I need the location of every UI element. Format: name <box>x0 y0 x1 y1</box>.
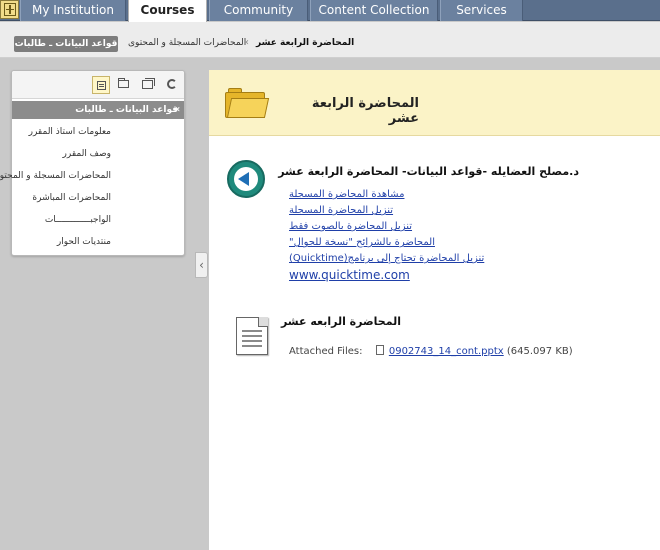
attachment-item-title: المحاضرة الرابعه عشر <box>280 315 401 328</box>
menu-header-title: قواعد البيانات ـ طالبات <box>75 105 178 115</box>
attached-files: Attached Files: 0902743_14_cont.pptx (64… <box>289 345 573 357</box>
link-download-audio[interactable]: تنزيل المحاضرة بالصوت فقط <box>289 219 509 235</box>
tab-services[interactable]: Services <box>440 0 523 21</box>
breadcrumb-item-current: المحاضرة الرابعة عشر <box>256 38 355 48</box>
menu-item-instructor-info[interactable]: معلومات استاذ المقرر <box>12 121 184 143</box>
chevron-left-icon: ‹ <box>199 258 204 272</box>
new-window-button[interactable] <box>139 76 157 94</box>
attached-files-label: Attached Files: <box>289 346 363 357</box>
course-menu-button[interactable]: قواعد البيانات ـ طالبات <box>14 36 118 52</box>
menu-item-course-description[interactable]: وصف المقرر <box>12 143 184 165</box>
link-quicktime-site[interactable]: www.quicktime.com <box>289 267 509 283</box>
link-watch-recorded[interactable]: مشاهدة المحاضرة المسجلة <box>289 187 509 203</box>
collapse-menu-icon[interactable]: « <box>170 101 184 119</box>
content-header: المحاضرة الرابعة عشر <box>209 70 660 136</box>
tab-community[interactable]: Community <box>209 0 308 21</box>
refresh-button[interactable] <box>163 76 181 94</box>
menu-item-live-lectures[interactable]: المحاضرات المباشرة <box>12 187 184 209</box>
folder-icon <box>225 88 270 118</box>
menu-item-recorded-lectures[interactable]: المحاضرات المسجلة و المحتوى <box>0 165 184 187</box>
menu-item-discussion-forums[interactable]: منتديات الحوار <box>12 231 184 253</box>
file-size: (645.097 KB) <box>506 346 573 357</box>
window-icon <box>142 78 155 89</box>
folder-view-button[interactable] <box>115 76 133 94</box>
content-item-links: مشاهدة المحاضرة المسجلة تنزيل المحاضرة ا… <box>289 187 509 283</box>
menu-list: معلومات استاذ المقرر وصف المقرر المحاضرا… <box>0 121 184 253</box>
tab-my-institution[interactable]: My Institution <box>20 0 126 21</box>
link-download-recorded[interactable]: تنزيل المحاضرة المسجلة <box>289 203 509 219</box>
page-title: المحاضرة الرابعة عشر <box>311 96 419 126</box>
breadcrumb-item-recorded-lectures[interactable]: المحاضرات المسجلة و المحتوى <box>128 38 246 48</box>
tab-courses[interactable]: Courses <box>128 0 207 22</box>
content-item-title: د.مصلح العضايله -قواعد البيانات- المحاضر… <box>278 165 579 178</box>
document-icon <box>236 317 268 355</box>
media-play-icon <box>227 160 265 198</box>
tab-content-collection[interactable]: Content Collection <box>310 0 438 21</box>
menu-item-assignments[interactable]: الواجبـــــــــــــات <box>12 209 184 231</box>
attached-file-link[interactable]: 0902743_14_cont.pptx <box>389 346 504 357</box>
folder-icon <box>118 78 129 88</box>
expand-icon <box>4 3 16 16</box>
list-icon <box>97 81 106 90</box>
collapse-panel-handle[interactable]: ‹ <box>195 252 208 278</box>
content-area: المحاضرة الرابعة عشر د.مصلح العضايله -قو… <box>209 70 660 550</box>
top-tab-bar: My Institution Courses Community Content… <box>0 0 660 22</box>
menu-header[interactable]: قواعد البيانات ـ طالبات « <box>12 101 184 119</box>
breadcrumb-separator: ‹ <box>245 37 249 48</box>
breadcrumb: قواعد البيانات ـ طالبات المحاضرات المسجل… <box>0 22 660 58</box>
link-quicktime-note[interactable]: تنزيل المحاضرة تحتاج إلى برنامج(Quicktim… <box>289 251 509 267</box>
refresh-icon <box>167 79 177 89</box>
course-menu-panel: قواعد البيانات ـ طالبات « معلومات استاذ … <box>0 70 185 256</box>
menu-toggle-button[interactable] <box>0 0 19 19</box>
menu-toolbar <box>12 71 184 99</box>
file-icon <box>375 345 384 355</box>
list-view-button[interactable] <box>92 76 110 94</box>
link-mobile-slides[interactable]: المحاضرة بالشرائح "نسخة للجوال" <box>289 235 509 251</box>
